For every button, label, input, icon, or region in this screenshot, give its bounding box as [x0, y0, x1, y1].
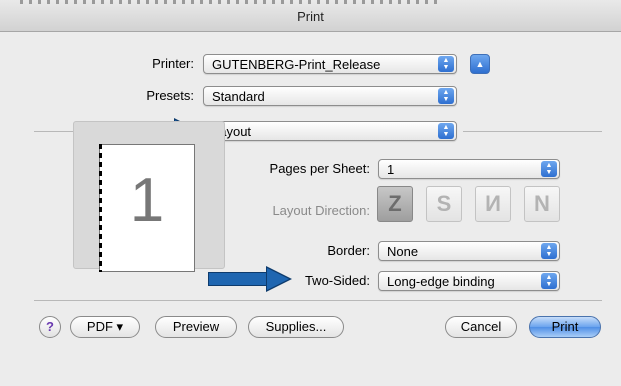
supplies-button[interactable]: Supplies...	[248, 316, 344, 338]
layout-direction-label: Layout Direction:	[272, 203, 370, 218]
annotation-arrow-icon	[208, 266, 292, 292]
border-popup[interactable]: None ▲ ▼	[378, 241, 560, 261]
background-window-remnant	[20, 0, 440, 4]
layout-preview: 1	[73, 121, 225, 272]
border-value: None	[387, 244, 419, 259]
bottom-separator	[34, 300, 602, 301]
popup-arrows-icon: ▲ ▼	[438, 88, 454, 104]
preview-page: 1	[99, 144, 195, 272]
pages-per-sheet-value: 1	[387, 162, 395, 177]
window-title: Print	[297, 9, 324, 24]
printer-label: Printer:	[152, 56, 194, 71]
z-order-icon[interactable]: Z	[377, 186, 413, 222]
presets-popup[interactable]: Standard ▲ ▼	[203, 86, 457, 106]
cancel-button[interactable]: Cancel	[445, 316, 517, 338]
help-button[interactable]: ?	[39, 316, 61, 338]
printer-popup[interactable]: GUTENBERG-Print_Release ▲ ▼	[203, 54, 457, 74]
pages-per-sheet-label: Pages per Sheet:	[269, 161, 370, 176]
s-order-icon[interactable]: S	[426, 186, 462, 222]
border-label: Border:	[327, 243, 370, 258]
pages-per-sheet-popup[interactable]: 1 ▲ ▼	[378, 159, 560, 179]
reverse-n-order-icon[interactable]: И	[475, 186, 511, 222]
two-sided-value: Long-edge binding	[387, 274, 495, 289]
expand-dialog-button[interactable]: ▲	[470, 54, 490, 74]
presets-label: Presets:	[146, 88, 194, 103]
preview-button[interactable]: Preview	[155, 316, 237, 338]
two-sided-popup[interactable]: Long-edge binding ▲ ▼	[378, 271, 560, 291]
separator-right	[463, 131, 602, 132]
popup-arrows-icon: ▲ ▼	[438, 56, 454, 72]
printer-value: GUTENBERG-Print_Release	[212, 57, 381, 72]
popup-arrows-icon: ▲ ▼	[438, 123, 454, 139]
print-button[interactable]: Print	[529, 316, 601, 338]
preview-page-number: 1	[129, 166, 165, 235]
presets-value: Standard	[212, 89, 265, 104]
popup-arrows-icon: ▲ ▼	[541, 243, 557, 259]
popup-arrows-icon: ▲ ▼	[541, 161, 557, 177]
n-order-icon[interactable]: N	[524, 186, 560, 222]
title-bar: Print	[0, 0, 621, 32]
section-popup[interactable]: Layout ▲ ▼	[203, 121, 457, 141]
pdf-menu-button[interactable]: PDF ▾	[70, 316, 140, 338]
popup-arrows-icon: ▲ ▼	[541, 273, 557, 289]
